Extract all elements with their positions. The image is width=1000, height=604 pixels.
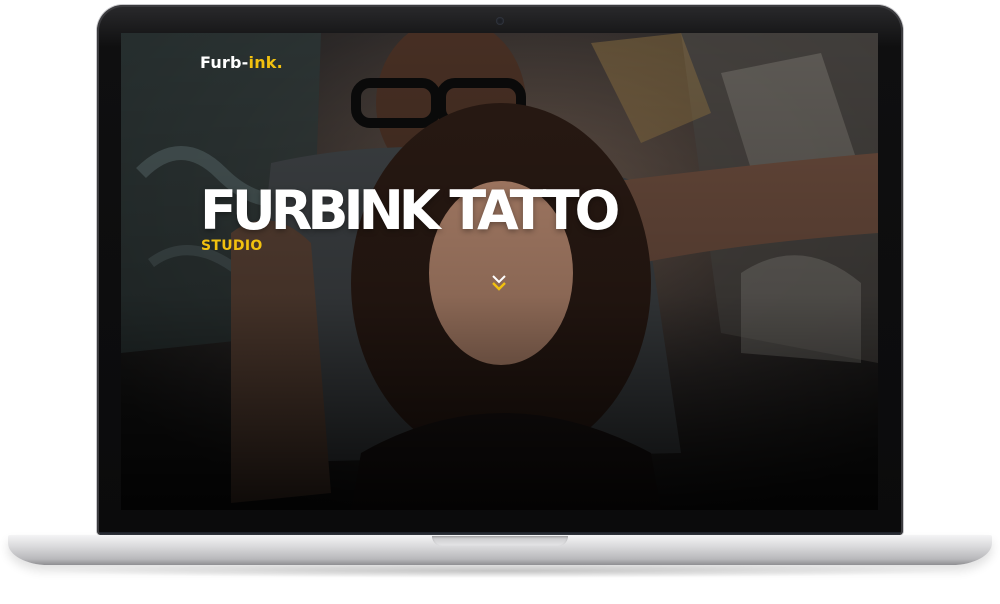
laptop-shadow [40,564,960,578]
site-logo[interactable]: Furb-ink. [200,53,283,72]
double-chevron-down-icon[interactable] [490,273,508,293]
hero-title: FURBINK TATTO [200,179,620,242]
laptop-lid-notch [432,536,568,546]
hero-subtitle: STUDIO [201,238,263,254]
webcam-icon [496,17,504,25]
logo-accent: ink. [248,53,283,72]
hero-overlay [121,33,878,510]
laptop-screen: Furb-ink. FURBINK TATTO STUDIO [121,33,878,510]
logo-text: Furb- [200,53,249,72]
